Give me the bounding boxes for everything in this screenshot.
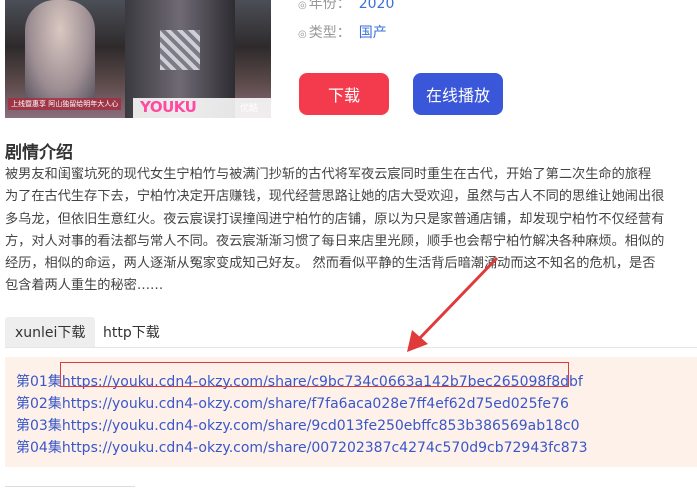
episode-label: 第03集: [16, 418, 62, 434]
synopsis-line: 方，对人对事的看法都与常人不同。夜云宸渐渐习惯了每日来店里光顾，顺手也会帮宁柏竹…: [5, 233, 665, 249]
synopsis-line: 被男友和闺蜜坑死的现代女生宁柏竹与被满门抄斩的古代将军夜云宸同时重生在古代，开始…: [5, 167, 652, 182]
episode-label: 第04集: [16, 440, 62, 456]
youku-logo-text: 优酷: [240, 104, 259, 114]
synopsis-line: 多乌龙，但依旧生意红火。夜云宸误打误撞闯进宁柏竹的店铺，原以为只是家普通店铺，却…: [5, 211, 665, 227]
poster-figure-left: [25, 0, 95, 100]
bullet-icon: ◎: [298, 0, 307, 11]
synopsis-text: 被男友和闺蜜坑死的现代女生宁柏竹与被满门抄斩的古代将军夜云宸同时重生在古代，开始…: [5, 164, 697, 298]
meta-year: ◎ 年份： 2020: [298, 0, 394, 13]
synopsis-title: 剧情介绍: [5, 143, 73, 163]
episode-link[interactable]: 第04集https://youku.cdn4-okzy.com/share/00…: [16, 437, 587, 457]
download-button[interactable]: 下载: [299, 73, 389, 115]
episode-url[interactable]: https://youku.cdn4-okzy.com/share/9cd013…: [62, 418, 580, 434]
meta-type: ◎ 类型： 国产: [298, 22, 387, 42]
bottom-divider: [5, 486, 135, 491]
episode-link[interactable]: 第03集https://youku.cdn4-okzy.com/share/9c…: [16, 415, 580, 435]
episode-label: 第01集: [16, 374, 62, 390]
year-value: 2020: [358, 0, 395, 12]
episode-url[interactable]: https://youku.cdn4-okzy.com/share/007202…: [62, 440, 588, 456]
type-value[interactable]: 国产: [359, 25, 387, 41]
synopsis-line: 包含着两人重生的秘密……: [5, 278, 164, 294]
poster-image[interactable]: 上线暨惠享 阿山独留给明年大人心 YOUKU 优酷: [5, 0, 271, 118]
synopsis-line: 为了在古代生存下去，宁柏竹决定开店赚钱，现代经营思路让她的店大受欢迎，虽然与古人…: [5, 189, 665, 205]
download-tabs: xunlei下载 http下载: [5, 317, 697, 348]
type-label: 类型：: [308, 25, 351, 41]
tab-http[interactable]: http下载: [93, 317, 170, 347]
synopsis-line: 经历，相似的命运，两人逐渐从冤家变成知己好友。 然而看似平静的生活背后暗潮涌动而…: [5, 256, 656, 272]
annotation-highlight-box: [60, 362, 569, 387]
year-label: 年份：: [308, 0, 351, 12]
episode-link[interactable]: 第02集https://youku.cdn4-okzy.com/share/f7…: [16, 393, 569, 413]
tab-xunlei[interactable]: xunlei下载: [5, 317, 96, 347]
episode-label: 第02集: [16, 396, 62, 412]
play-online-button[interactable]: 在线播放: [413, 73, 503, 115]
youku-logo: YOUKU: [140, 98, 197, 116]
poster-caption: 上线暨惠享 阿山独留给明年大人心: [8, 98, 122, 110]
episode-url[interactable]: https://youku.cdn4-okzy.com/share/f7fa6a…: [62, 396, 569, 412]
bullet-icon: ◎: [298, 29, 307, 40]
